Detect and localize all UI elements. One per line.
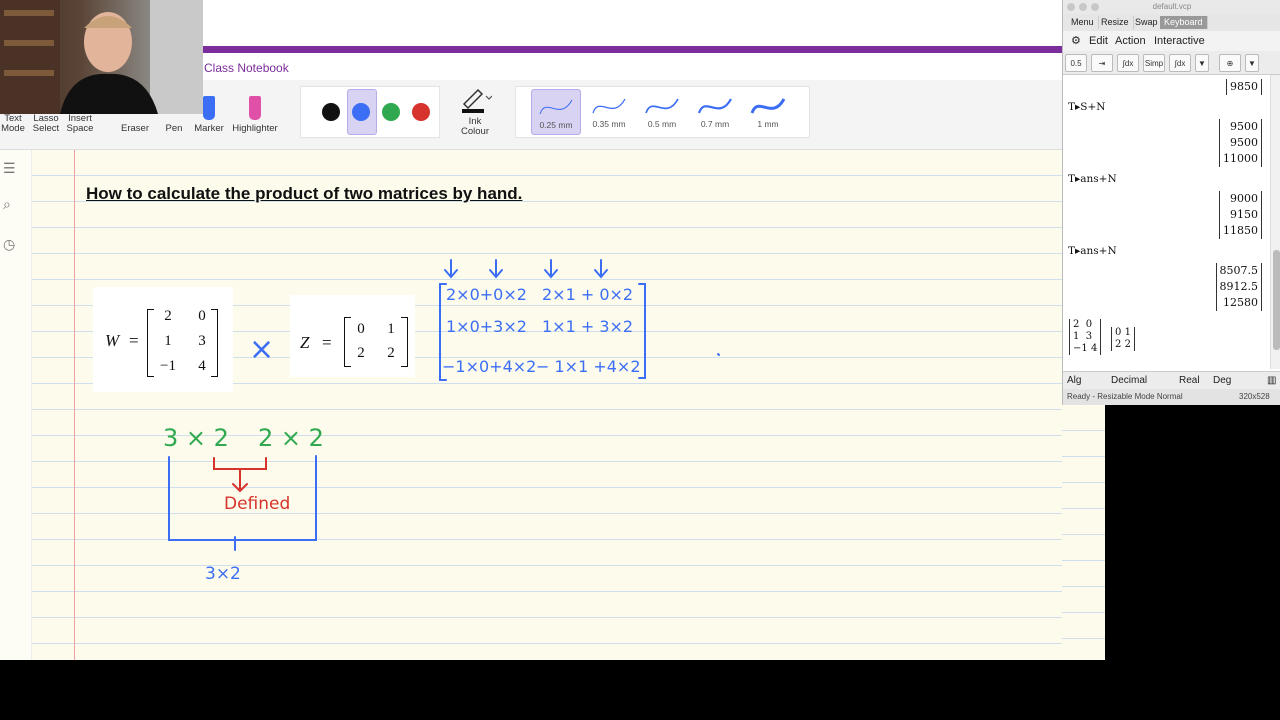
interactive-menu[interactable]: Interactive [1154, 31, 1205, 51]
history-expression: T▸ans+N [1068, 245, 1117, 257]
mode-decimal[interactable]: Decimal [1111, 375, 1147, 386]
action-menu[interactable]: Action [1115, 31, 1146, 51]
history-result: 9500 9500 11000 [1219, 119, 1262, 167]
graph-button[interactable]: ⊕ [1219, 54, 1241, 72]
onenote-window: Class Notebook Text Mode Lasso Select In… [0, 0, 1105, 660]
history-result: 9000 9150 11850 [1219, 191, 1262, 239]
result-value: 8507.5 [1219, 264, 1259, 277]
matrix-entry: 4 [1090, 343, 1098, 354]
calculator-window: default.vcp Menu Resize Swap Keyboard ⚙ … [1062, 0, 1280, 405]
simp-button-2[interactable]: Simp [1143, 54, 1165, 72]
keyboard-button[interactable]: Keyboard [1160, 16, 1208, 29]
matrix-entry: 0 [1085, 319, 1093, 330]
matrix-entry: 1 [1124, 327, 1131, 338]
menu-button[interactable]: Menu [1067, 16, 1099, 29]
resize-button[interactable]: Resize [1097, 16, 1134, 29]
result-value: 8912.5 [1219, 280, 1259, 293]
result-value: 9850 [1230, 80, 1258, 93]
swap-button[interactable]: Swap [1131, 16, 1163, 29]
mode-alg[interactable]: Alg [1067, 375, 1081, 386]
matrix-entry: 1 [1073, 331, 1080, 342]
input-matrix-b[interactable]: 0 1 2 2 [1111, 327, 1135, 351]
calculator-statusbar: Alg Decimal Real Deg ▥ [1063, 371, 1280, 389]
calculator-toolbar: 0.5 ⇥ ∫dx Simp ∫dx ▼ ⊕ ▼ [1063, 51, 1280, 75]
history-expression: T▸ans+N [1068, 173, 1117, 185]
result-value: 12580 [1223, 296, 1258, 309]
result-value: 9000 [1230, 192, 1258, 205]
close-icon[interactable] [1067, 3, 1075, 11]
integral-button[interactable]: ∫dx [1169, 54, 1191, 72]
calculator-scrollbar[interactable] [1270, 75, 1280, 369]
matrix-entry: −1 [1073, 343, 1088, 354]
result-value: 11000 [1223, 152, 1258, 165]
result-value: 9150 [1230, 208, 1258, 221]
calculator-title: default.vcp [1152, 2, 1192, 11]
history-result: 8507.5 8912.5 12580 [1215, 263, 1262, 311]
matrix-entry: 2 [1073, 319, 1080, 330]
result-value: 11850 [1223, 224, 1258, 237]
result-value: 9500 [1230, 136, 1258, 149]
matrix-entry: 0 [1115, 327, 1122, 338]
zoom-icon[interactable] [1091, 3, 1099, 11]
matrix-entry: 2 [1124, 339, 1131, 350]
calculator-work-area[interactable]: 9850 T▸S+N 9500 9500 11000 T▸ans+N 9000 … [1063, 75, 1270, 369]
graph-dropdown[interactable]: ▼ [1245, 54, 1259, 72]
input-matrix-a[interactable]: 2 0 1 3 −1 4 [1069, 319, 1102, 355]
mode-real[interactable]: Real [1179, 375, 1200, 386]
settings-icon[interactable]: ⚙ [1071, 31, 1081, 51]
ink-strokes [168, 259, 720, 551]
matrix-entry: 2 [1115, 339, 1122, 350]
calculator-editbar: ⚙ Edit Action Interactive [1063, 31, 1280, 51]
calculator-menubar: Menu Resize Swap Keyboard [1063, 14, 1280, 31]
exec-button[interactable]: ⇥ [1091, 54, 1113, 72]
history-result: 9850 [1226, 79, 1262, 95]
history-expression: T▸S+N [1068, 101, 1106, 113]
fraction-toggle-button[interactable]: 0.5 [1065, 54, 1087, 72]
calculator-bottom-bar: Ready - Resizable Mode Normal 320x528 [1063, 389, 1280, 405]
simp-button[interactable]: ∫dx [1117, 54, 1139, 72]
integral-dropdown[interactable]: ▼ [1195, 54, 1209, 72]
scrollbar-thumb[interactable] [1273, 250, 1280, 350]
matrix-entry: 3 [1085, 331, 1093, 342]
battery-icon: ▥ [1267, 375, 1277, 386]
edit-menu[interactable]: Edit [1089, 31, 1108, 51]
calculator-titlebar: default.vcp [1063, 0, 1280, 14]
minimize-icon[interactable] [1079, 3, 1087, 11]
ready-status: Ready - Resizable Mode Normal [1067, 392, 1183, 401]
window-size: 320x528 [1239, 392, 1270, 401]
result-value: 9500 [1230, 120, 1258, 133]
mode-deg[interactable]: Deg [1213, 375, 1231, 386]
